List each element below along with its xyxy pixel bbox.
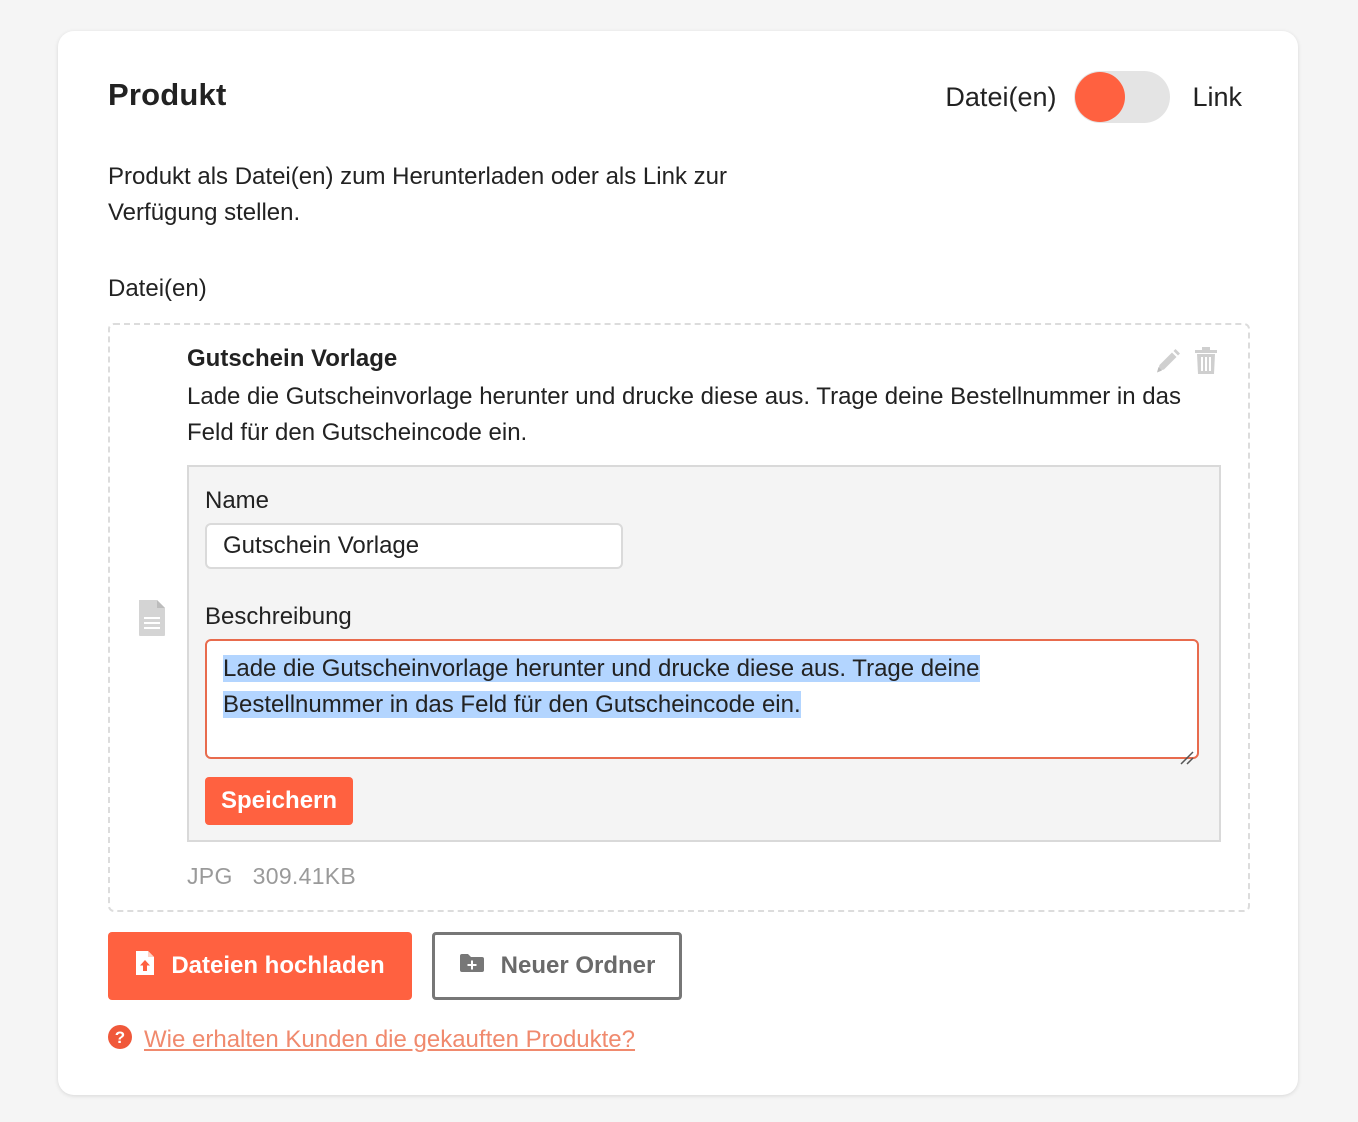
description-line-2: Bestellnummer in das Feld für den Gutsch…	[223, 691, 801, 718]
new-folder-label: Neuer Ordner	[500, 952, 656, 979]
toggle-label-link[interactable]: Link	[1192, 82, 1242, 113]
product-description: Produkt als Datei(en) zum Herunterladen …	[108, 163, 727, 226]
name-input[interactable]	[205, 523, 623, 569]
pencil-icon[interactable]	[1154, 347, 1180, 375]
save-button[interactable]: Speichern	[205, 777, 354, 825]
page-title: Produkt	[108, 77, 227, 112]
toggle-label-files[interactable]: Datei(en)	[945, 82, 1056, 113]
new-folder-button[interactable]: Neuer Ordner	[432, 932, 682, 1000]
product-card: Produkt Datei(en) Link Produkt als Datei…	[58, 31, 1298, 1095]
folder-plus-icon	[459, 952, 485, 980]
file-edit-panel: Name Beschreibung Lade die Gutscheinvorl…	[187, 465, 1221, 842]
description-textarea[interactable]: Lade die Gutscheinvorlage herunter und d…	[205, 639, 1199, 765]
resize-handle-icon[interactable]	[1180, 740, 1194, 765]
upload-files-label: Dateien hochladen	[171, 952, 385, 979]
description-label: Beschreibung	[205, 603, 352, 630]
document-icon	[137, 599, 167, 637]
delivery-type-toggle[interactable]	[1074, 71, 1171, 123]
name-label: Name	[205, 487, 270, 514]
file-description: Lade die Gutscheinvorlage herunter und d…	[187, 383, 1181, 446]
question-circle-icon: ?	[108, 1025, 132, 1054]
delivery-type-toggle-group: Datei(en) Link	[945, 71, 1242, 123]
svg-text:?: ?	[115, 1028, 125, 1047]
help-row: ? Wie erhalten Kunden die gekauften Prod…	[108, 1025, 635, 1054]
description-line-1: Lade die Gutscheinvorlage herunter und d…	[223, 655, 980, 682]
help-link[interactable]: Wie erhalten Kunden die gekauften Produk…	[144, 1026, 635, 1054]
trash-icon[interactable]	[1194, 347, 1220, 375]
upload-files-button[interactable]: Dateien hochladen	[108, 932, 412, 1000]
toggle-knob	[1075, 72, 1126, 122]
files-section-label: Datei(en)	[108, 275, 207, 302]
file-meta: JPG 309.41KB	[187, 863, 356, 890]
file-type: JPG	[187, 863, 233, 889]
files-dropzone[interactable]: Gutschein Vorlage Lade die Gutscheinvorl…	[108, 323, 1250, 912]
file-upload-icon	[135, 950, 155, 983]
file-title: Gutschein Vorlage	[187, 345, 398, 372]
file-actions	[1154, 347, 1220, 375]
file-size: 309.41KB	[252, 863, 357, 889]
